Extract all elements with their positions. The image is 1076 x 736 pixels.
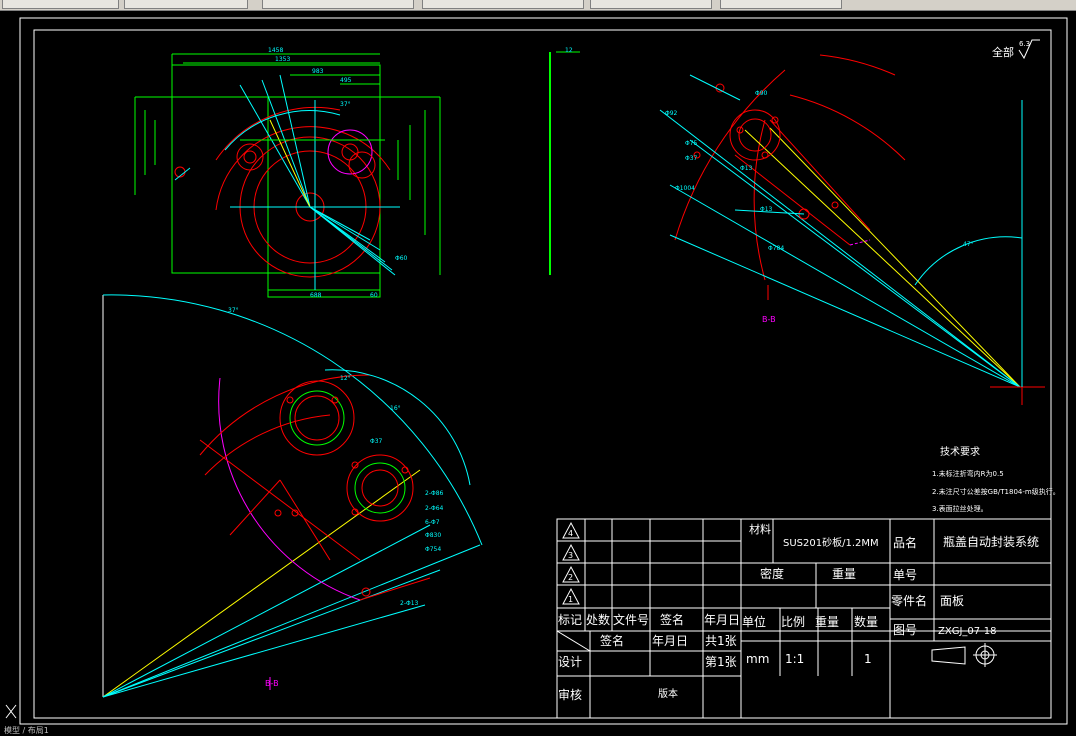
total-sheets: 共1张 xyxy=(705,634,737,648)
unit-value: mm xyxy=(746,652,769,666)
product-value: 瓶盖自动封装系统 xyxy=(943,535,1039,549)
outer-frame xyxy=(19,17,1068,725)
tech-note-1: 1.未标注折弯内R为0.5 xyxy=(932,469,1004,478)
dim-label: 688 xyxy=(310,292,322,299)
tech-requirements: 技术要求 1.未标注折弯内R为0.5 2.未注尺寸公差按GB/T1804-m级执… xyxy=(932,445,1060,513)
dim-label: Φ754 xyxy=(425,546,441,553)
material-value: SUS201砂板/1.2MM xyxy=(783,536,879,549)
dim-label: Φ90 xyxy=(755,90,768,97)
dim-label: 6-Φ7 xyxy=(425,519,440,526)
dim-label: Φ13 xyxy=(760,206,773,213)
ucs-icon xyxy=(5,704,17,719)
weight-header: 重量 xyxy=(815,615,839,629)
toolbar-combo-2[interactable] xyxy=(124,0,248,9)
dim-label: Φ60 xyxy=(395,255,408,262)
scale-header: 比例 xyxy=(781,615,805,629)
dim-label: Φ1004 xyxy=(675,185,695,192)
product-label: 品名 xyxy=(893,535,917,550)
dim-label: Φ92 xyxy=(665,110,678,117)
tech-title: 技术要求 xyxy=(940,445,980,458)
rev-header: 标记 xyxy=(558,613,582,627)
toolbar-combo-5[interactable] xyxy=(590,0,712,9)
sheet-no: 第1张 xyxy=(705,655,737,669)
rev-header: 年月日 xyxy=(704,613,740,627)
top-left-view xyxy=(134,51,580,298)
drawing-canvas[interactable]: 全部 6.3 技术要求 1.未标注折弯内R为0.5 2.未注尺寸公差按GB/T1… xyxy=(0,10,1076,726)
part-value: 面板 xyxy=(940,594,964,608)
dim-label: 2-Φ86 xyxy=(425,490,444,497)
rev-header: 文件号 xyxy=(613,612,649,627)
qty-value: 1 xyxy=(864,652,872,666)
dim-label: Φ13 xyxy=(740,165,753,172)
angle-label-3: 37° xyxy=(340,101,351,108)
rev-header: 签名 xyxy=(660,612,684,627)
qty-header: 数量 xyxy=(854,614,878,629)
material-label: 材料 xyxy=(749,522,771,536)
rev-mark: 1 xyxy=(568,595,573,604)
rev-mark: 4 xyxy=(568,529,573,538)
scale-value: 1:1 xyxy=(785,652,804,666)
top-right-view xyxy=(659,54,1045,405)
toolbar-combo-6[interactable] xyxy=(720,0,842,9)
part-label: 零件名 xyxy=(891,593,927,608)
tech-note-2: 2.未注尺寸公差按GB/T1804-m级执行。 xyxy=(932,487,1060,496)
weight-label: 重量 xyxy=(832,567,856,581)
dim-label: 60 xyxy=(370,292,378,299)
drawing-no-label: 图号 xyxy=(893,623,917,637)
toolbar-combo-3[interactable] xyxy=(262,0,414,9)
dim-label: Φ830 xyxy=(425,532,441,539)
projection-symbol-icon xyxy=(931,643,997,667)
status-bar: 模型 / 布局1 xyxy=(0,726,1076,736)
toolbar-combo-4[interactable] xyxy=(422,0,584,9)
drawing-no-value: ZXGJ_07-18 xyxy=(938,626,996,637)
rev-mark: 3 xyxy=(568,551,573,560)
sign-label: 签名 xyxy=(600,633,624,648)
dim-label: 2-Φ13 xyxy=(400,600,419,607)
dim-label: Φ75 xyxy=(685,140,698,147)
tech-note-3: 3.表面拉丝处理。 xyxy=(932,504,988,513)
dim-label: Φ37 xyxy=(685,155,698,162)
rev-header: 处数 xyxy=(586,612,610,627)
review-label: 审核 xyxy=(558,687,582,702)
angle-label-1: 37° xyxy=(228,307,239,314)
toolbar-combo-1[interactable] xyxy=(2,0,119,9)
dim-label: Φ37 xyxy=(370,438,383,445)
inner-frame xyxy=(33,29,1052,719)
view-label-1: B-B xyxy=(762,315,776,324)
angle-label-2: 47° xyxy=(963,241,974,248)
density-label: 密度 xyxy=(760,566,784,581)
surface-finish-symbol: 全部 6.3 xyxy=(992,39,1040,60)
date-label: 年月日 xyxy=(652,634,688,648)
version-label: 版本 xyxy=(658,687,678,700)
view-label-2: B-B xyxy=(265,679,279,688)
dim-label: 1458 xyxy=(268,47,283,54)
angle-label-4: 16° xyxy=(390,405,401,412)
dim-label: 1353 xyxy=(275,56,290,63)
rev-mark: 2 xyxy=(568,573,573,582)
angle-label-5: 12° xyxy=(340,375,351,382)
dim-label: Φ784 xyxy=(768,245,784,252)
finish-label: 全部 xyxy=(992,45,1014,59)
dim-label: 2-Φ64 xyxy=(425,505,444,512)
unit-label: 单号 xyxy=(893,568,917,582)
dim-label: 12 xyxy=(565,47,573,54)
dim-label: 495 xyxy=(340,77,352,84)
design-label: 设计 xyxy=(558,655,582,669)
unit-header: 单位 xyxy=(742,614,766,629)
dim-label: 983 xyxy=(312,68,324,75)
